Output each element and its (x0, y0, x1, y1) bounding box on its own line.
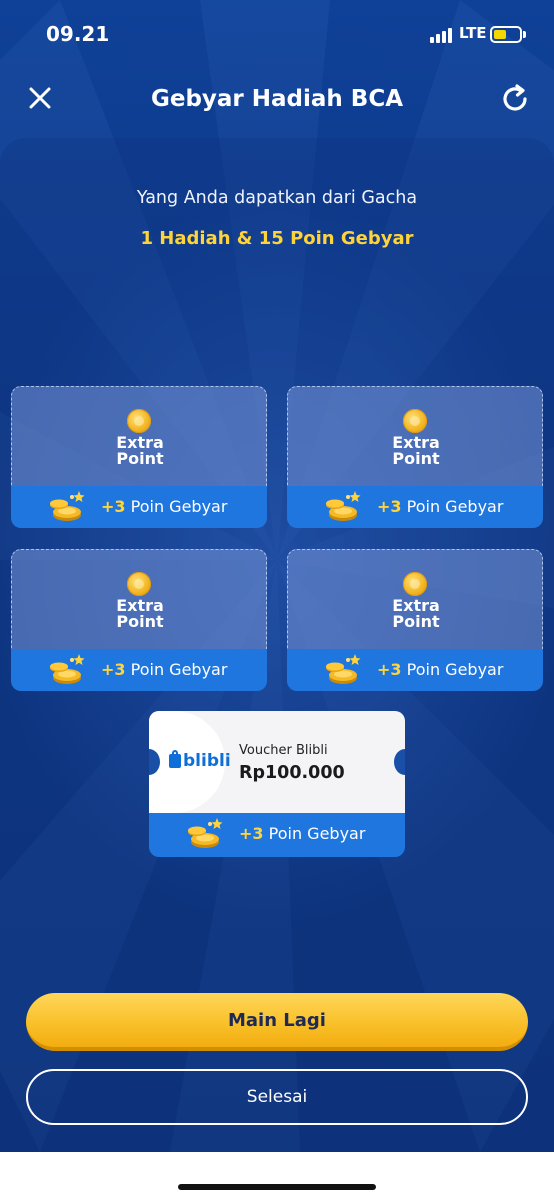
result-summary: 1 Hadiah & 15 Poin Gebyar (140, 228, 414, 249)
battery-tip (523, 31, 526, 38)
reward-card-body: Extra Point (287, 549, 543, 649)
reward-title: Extra Point (116, 596, 164, 631)
coins-icon (50, 491, 85, 521)
page-title: Gebyar Hadiah BCA (150, 86, 404, 112)
coins-icon (50, 654, 85, 684)
blibli-logo-text: blibli (183, 751, 231, 771)
reward-card-body: Extra Point (11, 386, 267, 486)
bottom-safe-area (0, 1152, 554, 1200)
network-label: LTE (459, 24, 487, 42)
points-label: +3 Poin Gebyar (101, 497, 228, 516)
reward-card: Extra Point +3 Poin Gebyar (11, 549, 267, 691)
refresh-button[interactable] (498, 82, 532, 116)
reward-card-body: Extra Point (287, 386, 543, 486)
reward-title: Extra Point (116, 433, 164, 468)
reward-card-footer: +3 Poin Gebyar (11, 649, 267, 691)
voucher-ticket: blibli Voucher Blibli Rp100.000 (149, 711, 405, 813)
voucher-amount: Rp100.000 (239, 763, 345, 783)
reward-card-footer: +3 Poin Gebyar (11, 486, 267, 528)
coin-icon (127, 409, 151, 433)
home-indicator[interactable] (178, 1184, 376, 1190)
battery-icon (490, 26, 522, 43)
coins-icon (188, 818, 223, 848)
coin-icon (403, 409, 427, 433)
voucher-card: blibli Voucher Blibli Rp100.000 +3 Poin … (149, 711, 405, 857)
ticket-notch (394, 749, 405, 775)
reward-card-body: Extra Point (11, 549, 267, 649)
points-label: +3 Poin Gebyar (377, 660, 504, 679)
points-label: +3 Poin Gebyar (377, 497, 504, 516)
shopping-bag-icon (169, 750, 181, 768)
coins-icon (326, 491, 361, 521)
reward-card: Extra Point +3 Poin Gebyar (11, 386, 267, 528)
points-label: +3 Poin Gebyar (239, 824, 366, 843)
coins-icon (326, 654, 361, 684)
reward-title: Extra Point (392, 433, 440, 468)
result-subtitle: Yang Anda dapatkan dari Gacha (136, 188, 418, 208)
signal-icon (430, 28, 452, 43)
done-button[interactable]: Selesai (26, 1069, 528, 1125)
coin-icon (127, 572, 151, 596)
reward-title: Extra Point (392, 596, 440, 631)
reward-card-footer: +3 Poin Gebyar (287, 649, 543, 691)
play-again-button[interactable]: Main Lagi (26, 993, 528, 1051)
voucher-name: Voucher Blibli (239, 743, 328, 758)
voucher-footer: +3 Poin Gebyar (149, 813, 405, 857)
reward-card: Extra Point +3 Poin Gebyar (287, 549, 543, 691)
refresh-icon (503, 84, 527, 111)
reward-card-footer: +3 Poin Gebyar (287, 486, 543, 528)
coin-icon (403, 572, 427, 596)
blibli-logo: blibli (169, 750, 231, 774)
reward-card: Extra Point +3 Poin Gebyar (287, 386, 543, 528)
points-label: +3 Poin Gebyar (101, 660, 228, 679)
status-time: 09.21 (46, 22, 110, 46)
